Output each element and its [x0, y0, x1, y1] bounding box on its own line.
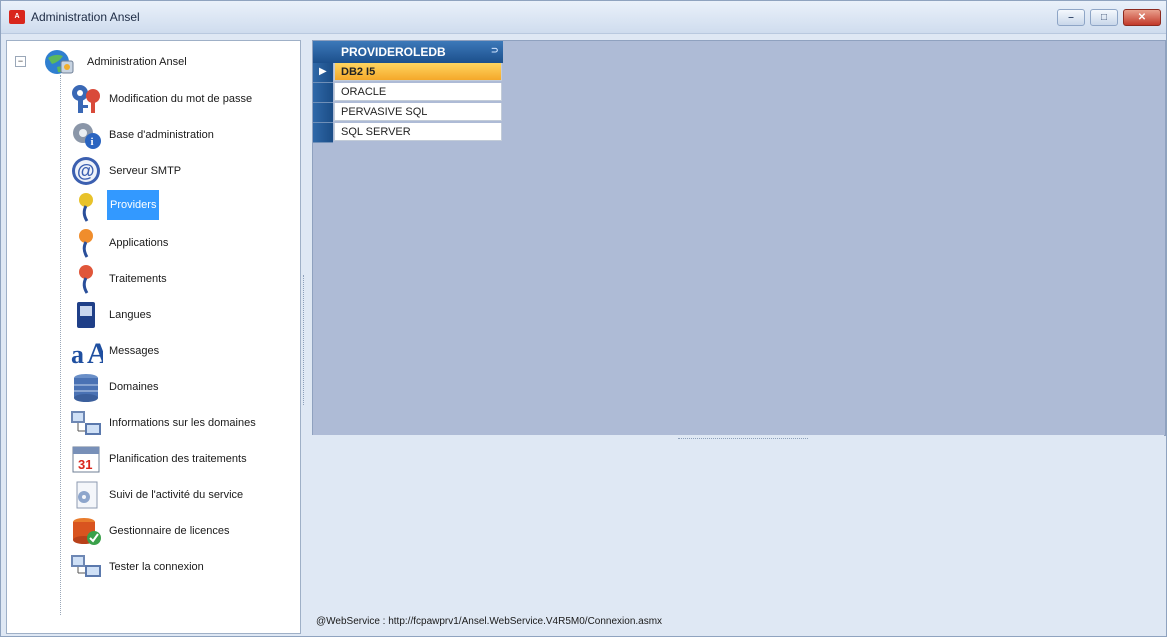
- grid-cell[interactable]: DB2 I5: [334, 63, 502, 81]
- tree-item-label: Base d'administration: [109, 129, 214, 141]
- tree-item-label: Planification des traitements: [109, 453, 247, 465]
- horizontal-splitter-grip[interactable]: [678, 438, 808, 439]
- application-pin-icon: [79, 229, 93, 258]
- database-stack-icon: [74, 374, 98, 402]
- tree-item-label: Serveur SMTP: [109, 165, 182, 177]
- tree-item-licenses[interactable]: Gestionnaire de licences: [65, 513, 295, 549]
- svg-text:i: i: [91, 136, 94, 148]
- tree-item-label: Langues: [109, 309, 152, 321]
- tree-connector-line: [60, 75, 61, 615]
- row-header[interactable]: ▶: [313, 63, 333, 83]
- provider-pin-icon: [79, 193, 93, 222]
- grid-cell[interactable]: SQL SERVER: [334, 123, 502, 141]
- vertical-splitter-grip[interactable]: [303, 275, 307, 405]
- tree-item-label: Domaines: [109, 381, 159, 393]
- tree-item-treatments[interactable]: Traitements: [65, 261, 295, 297]
- grid-cell[interactable]: ORACLE: [334, 83, 502, 101]
- status-bar-text: @WebService : http://fcpawprv1/Ansel.Web…: [316, 616, 663, 627]
- tree-item-domains[interactable]: Domaines: [65, 369, 295, 405]
- title-bar[interactable]: A Administration Ansel – □ ✕: [1, 1, 1166, 34]
- tree-item-label: Suivi de l'activité du service: [109, 489, 244, 501]
- tree-item-scheduling[interactable]: 31 Planification des traitements: [65, 441, 295, 477]
- horizontal-splitter[interactable]: [312, 435, 1164, 443]
- connection-test-icon: [71, 555, 101, 577]
- tree-item-messages[interactable]: a A Messages: [65, 333, 295, 369]
- globe-admin-icon[interactable]: [43, 47, 75, 77]
- tree-item-applications[interactable]: Applications: [65, 225, 295, 261]
- maximize-icon: □: [1100, 12, 1108, 23]
- svg-text:a: a: [71, 340, 84, 367]
- minimize-button[interactable]: –: [1057, 9, 1085, 26]
- tree-item-providers[interactable]: Providers: [65, 189, 295, 225]
- navigation-tree[interactable]: − Administration Ansel Modification du m…: [6, 40, 301, 634]
- column-header-label: PROVIDEROLEDB: [341, 45, 446, 59]
- computer-network-icon: [71, 411, 101, 435]
- tree-item-label: Messages: [109, 345, 160, 357]
- svg-text:31: 31: [78, 457, 92, 472]
- tree-root-label[interactable]: Administration Ansel: [87, 56, 187, 68]
- close-button[interactable]: ✕: [1123, 9, 1161, 26]
- keys-icon: [72, 85, 100, 113]
- tree-item-activity[interactable]: Suivi de l'activité du service: [65, 477, 295, 513]
- gear-info-icon: i: [73, 123, 101, 149]
- tree-item-admin-base[interactable]: i Base d'administration: [65, 117, 295, 153]
- tree-item-languages[interactable]: Langues: [65, 297, 295, 333]
- tree-item-label: Providers: [107, 190, 160, 220]
- tree-item-label: Gestionnaire de licences: [109, 525, 230, 537]
- at-sign-icon: @: [72, 157, 100, 185]
- provider-grid[interactable]: PROVIDEROLEDB ⊃ ▶ DB2 I5 ORACLE PERVASIV…: [312, 40, 1166, 436]
- message-letters-icon: a A: [71, 337, 103, 367]
- tree-item-label: Tester la connexion: [109, 561, 204, 573]
- row-header[interactable]: [313, 123, 333, 143]
- svg-text:A: A: [87, 337, 103, 367]
- detail-panel: [312, 444, 1164, 632]
- row-header[interactable]: [313, 83, 333, 103]
- tree-item-label: Traitements: [109, 273, 167, 285]
- grid-column-header[interactable]: PROVIDEROLEDB ⊃: [313, 41, 503, 63]
- close-icon: ✕: [1137, 12, 1147, 23]
- grid-row[interactable]: SQL SERVER: [313, 123, 503, 143]
- current-row-icon: ▶: [319, 66, 327, 77]
- row-header[interactable]: [313, 103, 333, 123]
- activity-gear-icon: [76, 481, 98, 509]
- grid-row[interactable]: ▶ DB2 I5: [313, 63, 503, 83]
- tree-item-smtp[interactable]: @ Serveur SMTP: [65, 153, 295, 189]
- tree-item-label: Informations sur les domaines: [109, 417, 256, 429]
- tree-item-test-connection[interactable]: Tester la connexion: [65, 549, 295, 585]
- tree-item-password[interactable]: Modification du mot de passe: [65, 81, 295, 117]
- svg-text:@: @: [77, 161, 95, 181]
- treatment-pin-icon: [79, 265, 93, 294]
- language-book-icon: [77, 302, 95, 328]
- window-title: Administration Ansel: [31, 10, 140, 24]
- grid-row[interactable]: PERVASIVE SQL: [313, 103, 503, 123]
- tree-item-label: Applications: [109, 237, 169, 249]
- grid-row[interactable]: ORACLE: [313, 83, 503, 103]
- grid-cell[interactable]: PERVASIVE SQL: [334, 103, 502, 121]
- app-logo-icon[interactable]: A: [9, 10, 25, 24]
- pin-icon[interactable]: ⊃: [491, 45, 499, 56]
- tree-item-label: Modification du mot de passe: [109, 93, 253, 105]
- tree-item-domain-info[interactable]: Informations sur les domaines: [65, 405, 295, 441]
- calendar-icon: 31: [72, 446, 100, 473]
- tree-collapse-toggle[interactable]: −: [15, 56, 26, 67]
- minimize-icon: –: [1068, 12, 1074, 23]
- license-check-icon: [73, 518, 101, 545]
- maximize-button[interactable]: □: [1090, 9, 1118, 26]
